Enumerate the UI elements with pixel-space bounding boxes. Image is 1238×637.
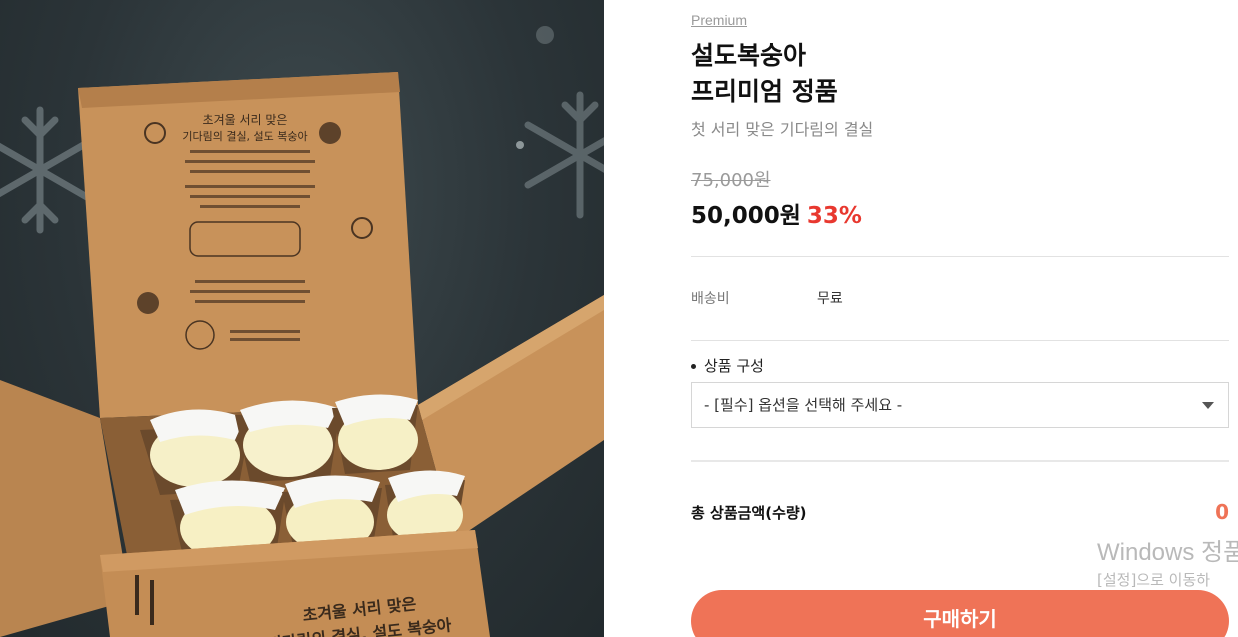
total-label: 총 상품금액(수량) [691, 504, 807, 522]
product-subtitle: 첫 서리 맞은 기다림의 결실 [691, 120, 874, 139]
option-label: 상품 구성 [691, 355, 764, 376]
bullet-icon [691, 364, 696, 369]
product-info-panel: Premium 설도복숭아 프리미엄 정품 첫 서리 맞은 기다림의 결실 75… [691, 0, 1229, 637]
product-title: 설도복숭아 프리미엄 정품 [691, 38, 838, 110]
discount-rate: 33% [806, 203, 862, 229]
product-title-line1: 설도복숭아 [691, 41, 807, 70]
lid-text-line1: 초겨울 서리 맞은 [203, 113, 288, 127]
shipping-value: 무료 [817, 291, 843, 307]
shipping-label: 배송비 [691, 291, 730, 307]
option-select[interactable]: - [필수] 옵션을 선택해 주세요 - [691, 382, 1229, 428]
divider [691, 460, 1229, 462]
sale-price: 50,000원 [691, 203, 801, 229]
chevron-down-icon [1202, 402, 1214, 409]
total-value: 0 [1215, 500, 1229, 524]
option-label-text: 상품 구성 [704, 357, 764, 375]
buy-button[interactable]: 구매하기 [691, 590, 1229, 637]
snowflake-icon [524, 91, 604, 219]
original-price: 75,000원 [691, 170, 771, 191]
peach-box-illustration: 초겨울 서리 맞은 기다림의 결실, 설도 복숭아 초겨울 서리 맞은 기다림의… [0, 26, 604, 637]
product-image: 초겨울 서리 맞은 기다림의 결실, 설도 복숭아 초겨울 서리 맞은 기다림의… [0, 0, 604, 637]
product-title-line2: 프리미엄 정품 [691, 77, 838, 106]
sale-price-row: 50,000원 33% [691, 196, 862, 230]
option-select-value: - [필수] 옵션을 선택해 주세요 - [704, 396, 903, 414]
divider [691, 340, 1229, 341]
lid-text-line2: 기다림의 결실, 설도 복숭아 [182, 130, 307, 143]
divider [691, 256, 1229, 257]
premium-badge[interactable]: Premium [691, 12, 747, 28]
snowflake-icon [0, 106, 96, 234]
